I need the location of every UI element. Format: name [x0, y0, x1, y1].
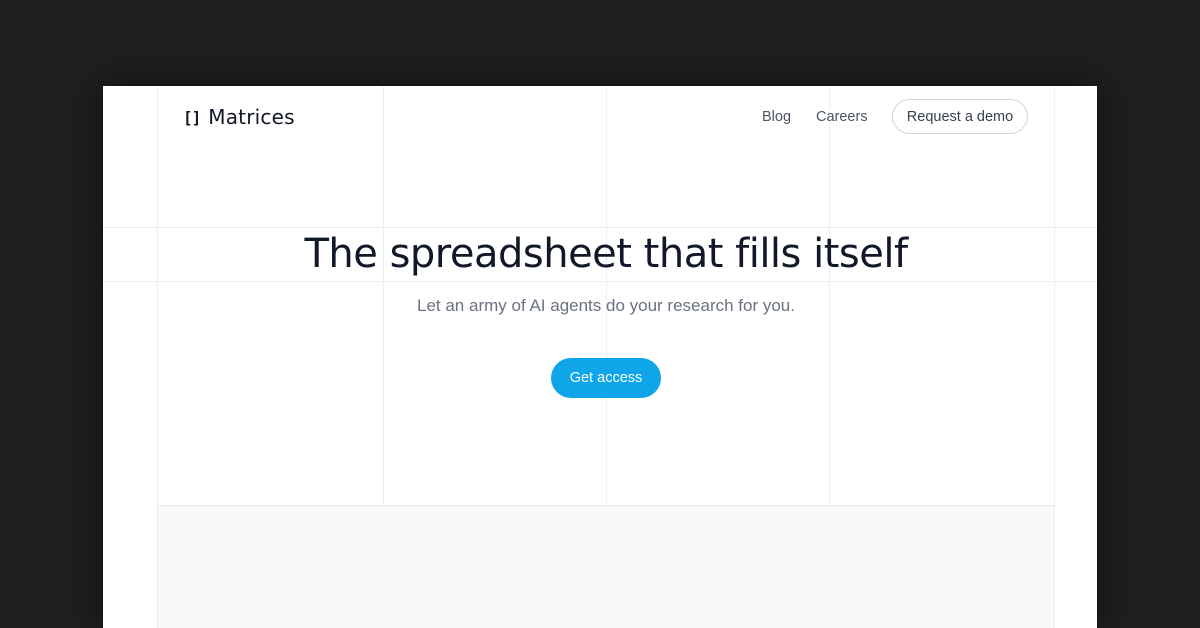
brand-name: Matrices	[208, 105, 295, 129]
hero-subtitle: Let an army of AI agents do your researc…	[417, 296, 795, 315]
preview-panel	[158, 505, 1054, 628]
nav-link-careers[interactable]: Careers	[816, 109, 868, 125]
grid-line	[1054, 86, 1055, 628]
logo[interactable]: [] Matrices	[183, 105, 295, 129]
nav-link-blog[interactable]: Blog	[762, 109, 791, 125]
top-navbar: [] Matrices Blog Careers Request a demo	[103, 86, 1097, 148]
hero-title: The spreadsheet that fills itself	[304, 231, 908, 277]
browser-window: [] Matrices Blog Careers Request a demo …	[103, 86, 1097, 628]
get-access-button[interactable]: Get access	[551, 358, 661, 398]
brackets-icon: []	[183, 107, 201, 127]
request-demo-button[interactable]: Request a demo	[892, 99, 1028, 134]
